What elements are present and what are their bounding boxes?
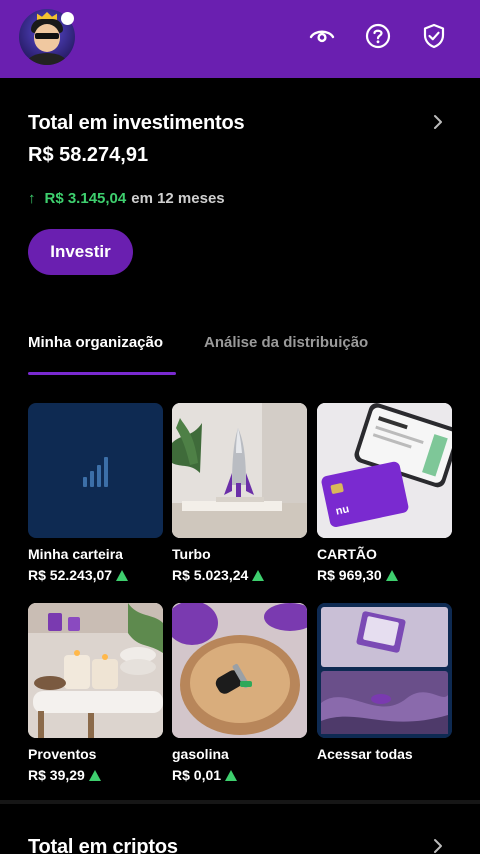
card-name: Turbo: [172, 546, 211, 562]
tab-minha-organizacao[interactable]: Minha organização: [28, 334, 163, 351]
card-proventos[interactable]: [28, 603, 163, 738]
card-value: R$ 5.023,24: [172, 567, 265, 583]
top-bar: [0, 0, 480, 78]
card-value: R$ 969,30: [317, 567, 398, 583]
card-name: CARTÃO: [317, 546, 377, 562]
investments-title[interactable]: Total em investimentos: [28, 112, 245, 135]
card-value: R$ 0,01: [172, 767, 238, 783]
chevron-right-icon[interactable]: [430, 114, 446, 130]
card-name: Proventos: [28, 746, 97, 762]
card-name: Acessar todas: [317, 746, 413, 762]
card-value: R$ 52.243,07: [28, 567, 129, 583]
tab-analise-distribuicao[interactable]: Análise da distribuição: [204, 334, 368, 351]
eye-icon[interactable]: [308, 22, 336, 50]
card-minha-carteira[interactable]: [28, 403, 163, 538]
triangle-up-icon: [225, 769, 238, 781]
arrow-up-icon: ↑: [28, 190, 36, 207]
triangle-up-icon: [88, 769, 101, 781]
help-icon[interactable]: [364, 22, 392, 50]
card-name: Minha carteira: [28, 546, 123, 562]
car-key-bowl-image: [172, 603, 307, 738]
section-divider: [0, 800, 480, 804]
card-acessar-todas[interactable]: [317, 603, 452, 738]
card-name: gasolina: [172, 746, 229, 762]
card-turbo[interactable]: [172, 403, 307, 538]
crypto-title[interactable]: Total em criptos: [28, 836, 178, 854]
notification-dot: [61, 12, 74, 25]
signal-bars-icon: [83, 457, 108, 487]
invest-button[interactable]: Investir: [28, 229, 133, 275]
investments-total: R$ 58.274,91: [28, 144, 149, 166]
active-tab-indicator: [28, 372, 176, 375]
growth-row: ↑ R$ 3.145,04 em 12 meses: [28, 190, 225, 207]
triangle-up-icon: [252, 569, 265, 581]
rocket-image: [172, 403, 307, 538]
chevron-right-icon[interactable]: [430, 838, 446, 854]
growth-amount: R$ 3.145,04: [44, 190, 127, 207]
growth-period: em 12 meses: [131, 190, 225, 207]
triangle-up-icon: [385, 569, 398, 581]
triangle-up-icon: [116, 569, 129, 581]
collage-image: [317, 603, 452, 738]
shield-check-icon[interactable]: [420, 22, 448, 50]
card-and-phone-image: nu: [317, 403, 452, 538]
card-cartao[interactable]: nu: [317, 403, 452, 538]
candles-image: [28, 603, 163, 738]
card-value: R$ 39,29: [28, 767, 101, 783]
card-gasolina[interactable]: [172, 603, 307, 738]
